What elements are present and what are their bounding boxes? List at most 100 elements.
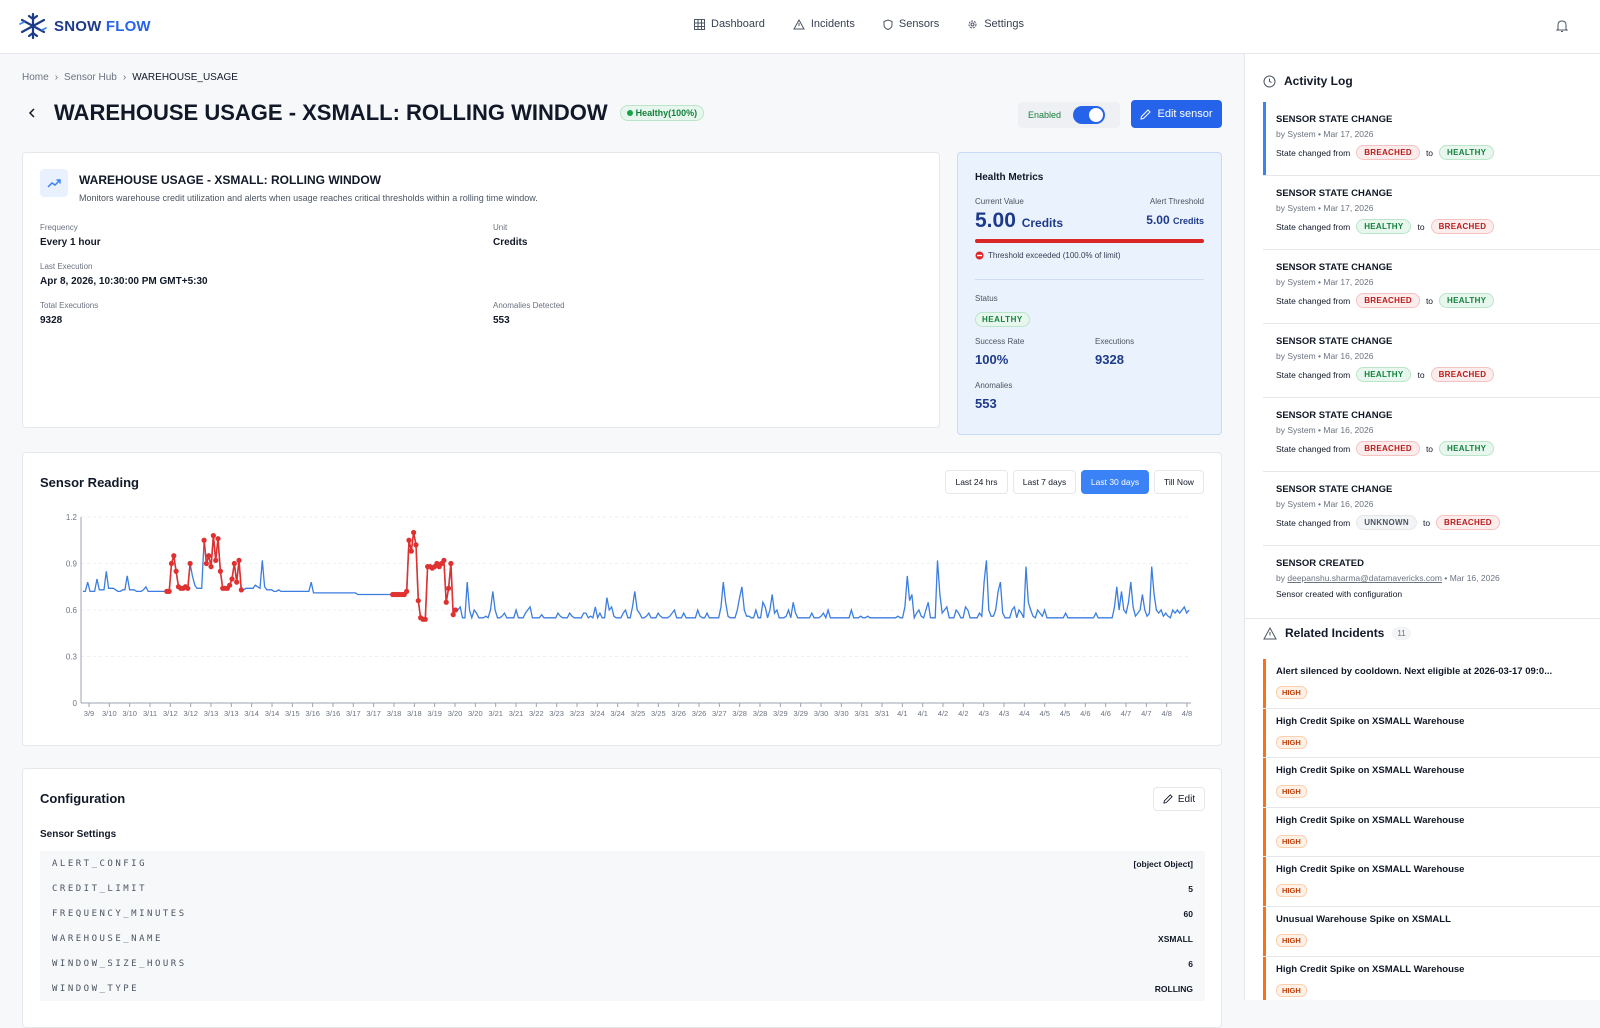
config-key: WINDOW_SIZE_HOURS	[52, 958, 187, 969]
last-execution-field: Last Execution Apr 8, 2026, 10:30:00 PM …	[40, 262, 208, 287]
nav-dashboard[interactable]: Dashboard	[694, 18, 765, 30]
current-value-number: 5.00	[975, 209, 1016, 232]
state-from-badge: UNKNOWN	[1356, 515, 1417, 530]
usage-progress-fill	[975, 239, 1204, 243]
x-tick-label: 3/30	[834, 709, 849, 718]
sensor-settings-subtitle: Sensor Settings	[40, 829, 117, 840]
health-badge-label: Healthy(100%)	[635, 108, 698, 118]
incident-title: High Credit Spike on XSMALL Warehouse	[1276, 963, 1465, 975]
anomaly-point	[229, 576, 235, 582]
current-value-label: Current Value	[975, 197, 1024, 206]
anomaly-point	[185, 585, 191, 591]
severity-badge: HIGH	[1276, 735, 1307, 749]
snowflake-icon	[19, 12, 47, 40]
breadcrumb-home[interactable]: Home	[22, 72, 49, 83]
gear-icon	[968, 20, 977, 28]
log-item[interactable]: SENSOR STATE CHANGE by System • Mar 16, …	[1263, 324, 1600, 398]
brand-part1: SNOW	[54, 17, 102, 35]
x-tick-label: 3/10	[102, 709, 117, 718]
anomaly-point	[413, 542, 419, 548]
incident-item[interactable]: Alert silenced by cooldown. Next eligibl…	[1263, 659, 1600, 709]
x-tick-label: 3/20	[448, 709, 463, 718]
config-row: WINDOW_SIZE_HOURS 6	[40, 951, 1205, 976]
executions-label: Executions	[1095, 337, 1135, 346]
pencil-icon	[1163, 794, 1173, 804]
anomaly-point	[210, 533, 216, 539]
nav-sensors[interactable]: Sensors	[883, 18, 939, 30]
severity-badge: HIGH	[1276, 686, 1307, 699]
log-item[interactable]: SENSOR STATE CHANGE by System • Mar 16, …	[1263, 398, 1600, 472]
incident-item[interactable]: High Credit Spike on XSMALL Warehouse HIG…	[1263, 758, 1600, 808]
y-tick-label: 1.2	[66, 513, 78, 522]
activity-log-title: Activity Log	[1284, 74, 1353, 88]
page-title: WAREHOUSE USAGE - XSMALL: ROLLING WINDOW	[54, 100, 608, 125]
incident-item[interactable]: High Credit Spike on XSMALL Warehouse HIG…	[1263, 708, 1600, 759]
config-value: XSMALL	[1158, 933, 1193, 944]
user-link[interactable]: deepanshu.sharma@datamavericks.com	[1287, 573, 1442, 583]
nav-incidents[interactable]: Incidents	[792, 18, 855, 30]
config-table: ALERT_CONFIG [object Object] CREDIT_LIMIT…	[40, 851, 1205, 1001]
log-change-to: to	[1422, 517, 1431, 528]
log-change: State changed from HEALTHY to BREACHED	[1276, 219, 1600, 234]
alert-threshold-label: Alert Threshold	[1149, 197, 1204, 206]
log-item[interactable]: SENSOR STATE CHANGE by System • Mar 17, …	[1263, 176, 1600, 250]
x-tick-label: 3/26	[671, 709, 686, 718]
nav-settings[interactable]: Settings	[967, 18, 1024, 30]
incident-item[interactable]: High Credit Spike on XSMALL Warehouse HIG…	[1263, 956, 1600, 1000]
notifications-button[interactable]	[1555, 19, 1569, 38]
config-value: 60	[1183, 908, 1193, 919]
incident-item[interactable]: Unusual Warehouse Spike on XSMALL HIGH	[1263, 906, 1600, 957]
enabled-toggle[interactable]	[1073, 106, 1106, 124]
log-meta: by deepanshu.sharma@datamavericks.com • …	[1276, 573, 1600, 583]
log-change: State changed from BREACHED to HEALTHY	[1276, 441, 1600, 456]
x-tick-label: 3/16	[326, 709, 341, 718]
log-item[interactable]: SENSOR STATE CHANGE by System • Mar 17, …	[1263, 102, 1600, 176]
log-title: SENSOR STATE CHANGE	[1276, 410, 1393, 421]
anomaly-point	[203, 560, 210, 567]
config-edit-button[interactable]: Edit	[1153, 787, 1205, 811]
log-title: SENSOR STATE CHANGE	[1276, 188, 1393, 199]
state-from-badge: BREACHED	[1356, 145, 1420, 160]
log-title: SENSOR STATE CHANGE	[1276, 336, 1393, 347]
x-tick-label: 3/29	[773, 709, 788, 718]
log-item[interactable]: SENSOR STATE CHANGE by System • Mar 17, …	[1263, 250, 1600, 324]
log-change-prefix: State changed from	[1276, 221, 1351, 232]
stop-icon	[975, 251, 984, 260]
log-title: SENSOR STATE CHANGE	[1276, 262, 1393, 273]
logo[interactable]: SNOW FLOW	[18, 12, 151, 40]
state-from-badge: HEALTHY	[1356, 219, 1412, 234]
usage-progress-bar	[975, 239, 1204, 243]
anomaly-point	[231, 560, 237, 567]
x-tick-label: 3/18	[387, 709, 402, 718]
back-button[interactable]	[22, 103, 42, 123]
activity-log-header: Activity Log	[1263, 74, 1353, 88]
incident-item[interactable]: High Credit Spike on XSMALL Warehouse HIG…	[1263, 807, 1600, 858]
state-from-badge: HEALTHY	[1356, 367, 1412, 382]
success-rate-field: Success Rate 100%	[975, 337, 1024, 367]
log-change-to: to	[1425, 147, 1434, 158]
status-field: Status HEALTHY	[975, 294, 1030, 327]
x-tick-label: 4/8	[1161, 709, 1171, 718]
x-tick-label: 3/21	[509, 709, 524, 718]
x-tick-label: 3/26	[692, 709, 707, 718]
incident-title: High Credit Spike on XSMALL Warehouse	[1276, 715, 1465, 727]
health-metrics-card: Health Metrics Current Value Alert Thres…	[957, 152, 1222, 435]
config-value: 5	[1188, 883, 1193, 894]
anomalies-detected-value: 553	[493, 315, 510, 326]
incident-item[interactable]: High Credit Spike on XSMALL Warehouse HIG…	[1263, 857, 1600, 907]
anomaly-point	[201, 537, 207, 543]
x-tick-label: 3/22	[529, 709, 544, 718]
configuration-title: Configuration	[40, 791, 126, 806]
log-change-prefix: State changed from	[1276, 443, 1351, 454]
severity-badge: HIGH	[1276, 884, 1307, 898]
log-item[interactable]: SENSOR STATE CHANGE by System • Mar 16, …	[1263, 472, 1600, 546]
threshold-unit: Credits	[1172, 216, 1204, 226]
status-dot	[626, 110, 633, 116]
nav-incidents-label: Incidents	[810, 18, 855, 30]
breadcrumb-sensor-hub[interactable]: Sensor Hub	[64, 72, 117, 83]
y-tick-label: 0	[73, 699, 78, 708]
breadcrumb: Home › Sensor Hub › WAREHOUSE_USAGE	[22, 72, 238, 83]
edit-sensor-button[interactable]: Edit sensor	[1131, 100, 1222, 128]
log-item-created[interactable]: SENSOR CREATED by deepanshu.sharma@datam…	[1263, 546, 1600, 608]
x-tick-label: 4/7	[1121, 709, 1131, 718]
